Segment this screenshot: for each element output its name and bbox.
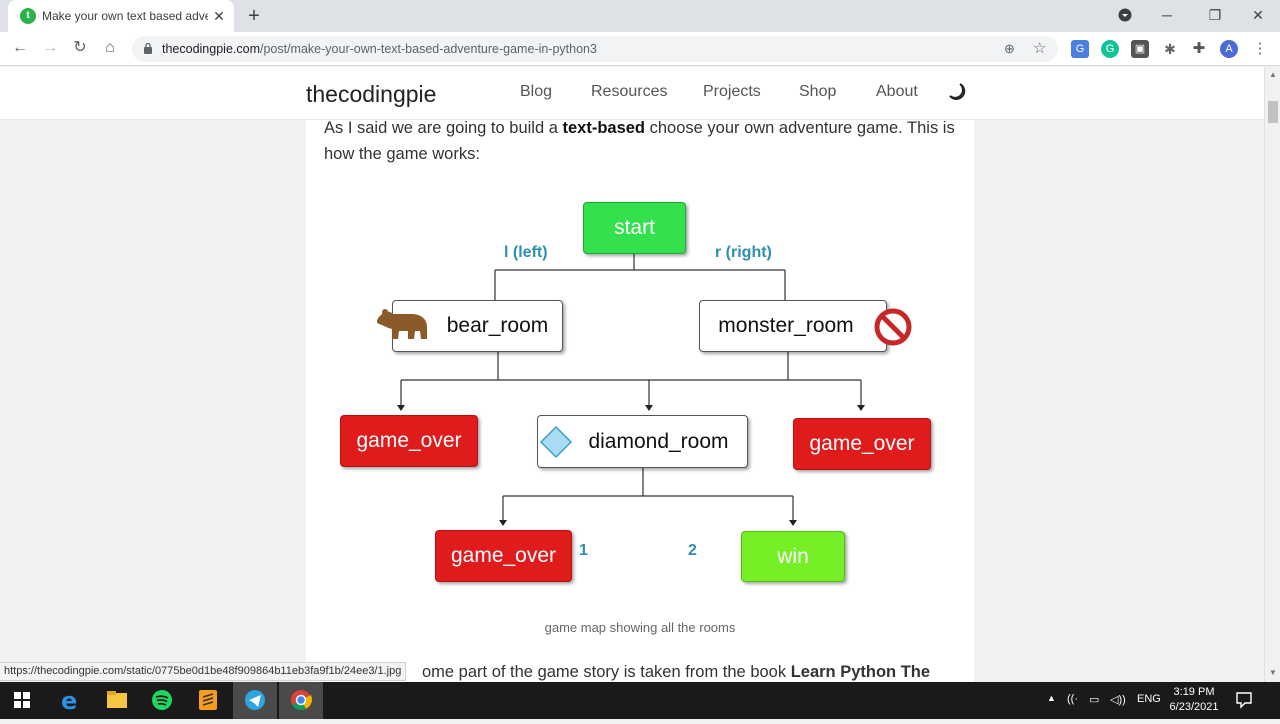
scroll-up-icon[interactable]: ▲ — [1269, 70, 1277, 79]
bear-room-label: bear_room — [446, 314, 549, 337]
lock-icon — [144, 43, 152, 54]
bear-icon — [376, 309, 427, 339]
edge-browser-icon[interactable]: e — [48, 682, 92, 719]
menu-kebab-icon[interactable]: ⋮ — [1251, 40, 1269, 58]
site-brand-link[interactable]: thecodingpie — [306, 81, 436, 108]
left-choice-label: l (left) — [504, 244, 548, 261]
back-icon[interactable]: ← — [9, 37, 31, 59]
game-map-diagram[interactable]: start l (left) r (right) bear_room monst… — [306, 187, 974, 607]
diamond-option-1-label: 1 — [579, 542, 588, 559]
right-choice-label: r (right) — [715, 244, 772, 261]
extensions-puzzle-icon[interactable]: ✚ — [1190, 40, 1208, 58]
book-title: Learn Python The — [790, 663, 931, 681]
game-over-node-3: game_over — [435, 530, 572, 582]
bug-extension-icon[interactable]: ✱ — [1161, 40, 1179, 58]
file-explorer-icon[interactable] — [95, 682, 139, 719]
bookmark-star-icon[interactable]: ☆ — [1033, 39, 1046, 57]
forward-icon[interactable]: → — [39, 37, 61, 59]
browser-toolbar: ← → ↻ ⌂ thecodingpie.com/post/make-your-… — [0, 32, 1280, 66]
tab-title: Make your own text based adven — [42, 9, 208, 23]
install-app-icon[interactable]: ⊕ — [1004, 41, 1015, 57]
link-status-bar: https://thecodingpie.com/static/0775be0d… — [0, 662, 407, 681]
diamond-room-label: diamond_room — [588, 430, 729, 453]
minimize-icon[interactable]: ─ — [1157, 4, 1177, 26]
scroll-down-icon[interactable]: ▼ — [1269, 668, 1277, 677]
web-page: As I said we are going to build a text-b… — [0, 67, 1264, 682]
site-favicon-icon: t — [20, 8, 36, 24]
diamond-option-2-label: 2 — [688, 542, 697, 559]
start-button[interactable] — [0, 682, 44, 719]
nav-resources[interactable]: Resources — [591, 83, 667, 101]
sublime-text-icon[interactable] — [186, 682, 230, 719]
windows-taskbar: e ▲ ((· ▭ ◁)) ENG 3:19 PM 6/23/2021 — [0, 682, 1280, 719]
tray-expand-icon[interactable]: ▲ — [1047, 693, 1056, 703]
reload-icon[interactable]: ↻ — [69, 37, 91, 59]
start-node: start — [583, 202, 686, 254]
monster-room-label: monster_room — [718, 314, 854, 337]
no-entry-icon — [874, 308, 912, 346]
diamond-icon — [539, 425, 573, 459]
clock-time: 3:19 PM — [1173, 686, 1215, 698]
game-over-node-1: game_over — [340, 415, 478, 467]
volume-icon[interactable]: ◁)) — [1110, 693, 1126, 706]
new-tab-button[interactable]: + — [244, 5, 264, 27]
clock-date: 6/23/2021 — [1169, 701, 1219, 713]
chrome-icon[interactable] — [279, 682, 323, 719]
profile-avatar[interactable]: A — [1220, 40, 1238, 58]
browser-tab[interactable]: t Make your own text based adven ✕ — [8, 0, 234, 32]
action-center-icon[interactable] — [1235, 691, 1253, 714]
grammarly-extension-icon[interactable]: G — [1101, 40, 1119, 58]
spotify-icon[interactable] — [140, 682, 184, 719]
close-window-icon[interactable]: ✕ — [1248, 4, 1268, 26]
profile-menu-icon[interactable] — [1115, 4, 1135, 26]
extension-icon[interactable]: ▣ — [1131, 40, 1149, 58]
wifi-icon[interactable]: ((· — [1067, 693, 1078, 705]
game-over-node-2: game_over — [793, 418, 931, 470]
nav-blog[interactable]: Blog — [520, 83, 552, 101]
language-indicator[interactable]: ENG — [1137, 693, 1161, 705]
url-text: thecodingpie.com/post/make-your-own-text… — [162, 42, 597, 56]
nav-shop[interactable]: Shop — [799, 83, 836, 101]
diagram-caption: game map showing all the rooms — [544, 620, 736, 635]
page-scrollbar[interactable]: ▲ ▼ — [1264, 67, 1280, 682]
restore-icon[interactable]: ❐ — [1205, 4, 1225, 26]
battery-icon[interactable]: ▭ — [1089, 693, 1099, 706]
clock[interactable]: 3:19 PM 6/23/2021 — [1160, 685, 1228, 715]
tab-strip: t Make your own text based adven ✕ + ─ ❐… — [0, 0, 1280, 32]
intro-paragraph: As I said we are going to build a text-b… — [324, 119, 955, 163]
story-paragraph: ome part of the game story is taken from… — [422, 663, 931, 681]
dark-mode-toggle-icon[interactable] — [947, 82, 967, 102]
site-header: thecodingpie Blog Resources Projects Sho… — [0, 67, 1264, 120]
address-bar[interactable]: thecodingpie.com/post/make-your-own-text… — [132, 36, 1058, 62]
monster-room-node: monster_room — [699, 300, 887, 352]
telegram-icon[interactable] — [233, 682, 277, 719]
home-icon[interactable]: ⌂ — [99, 37, 121, 59]
nav-projects[interactable]: Projects — [703, 83, 761, 101]
win-node: win — [741, 531, 845, 582]
scroll-thumb[interactable] — [1268, 101, 1278, 123]
close-tab-icon[interactable]: ✕ — [211, 6, 227, 26]
nav-about[interactable]: About — [876, 83, 918, 101]
translate-extension-icon[interactable]: G — [1071, 40, 1089, 58]
